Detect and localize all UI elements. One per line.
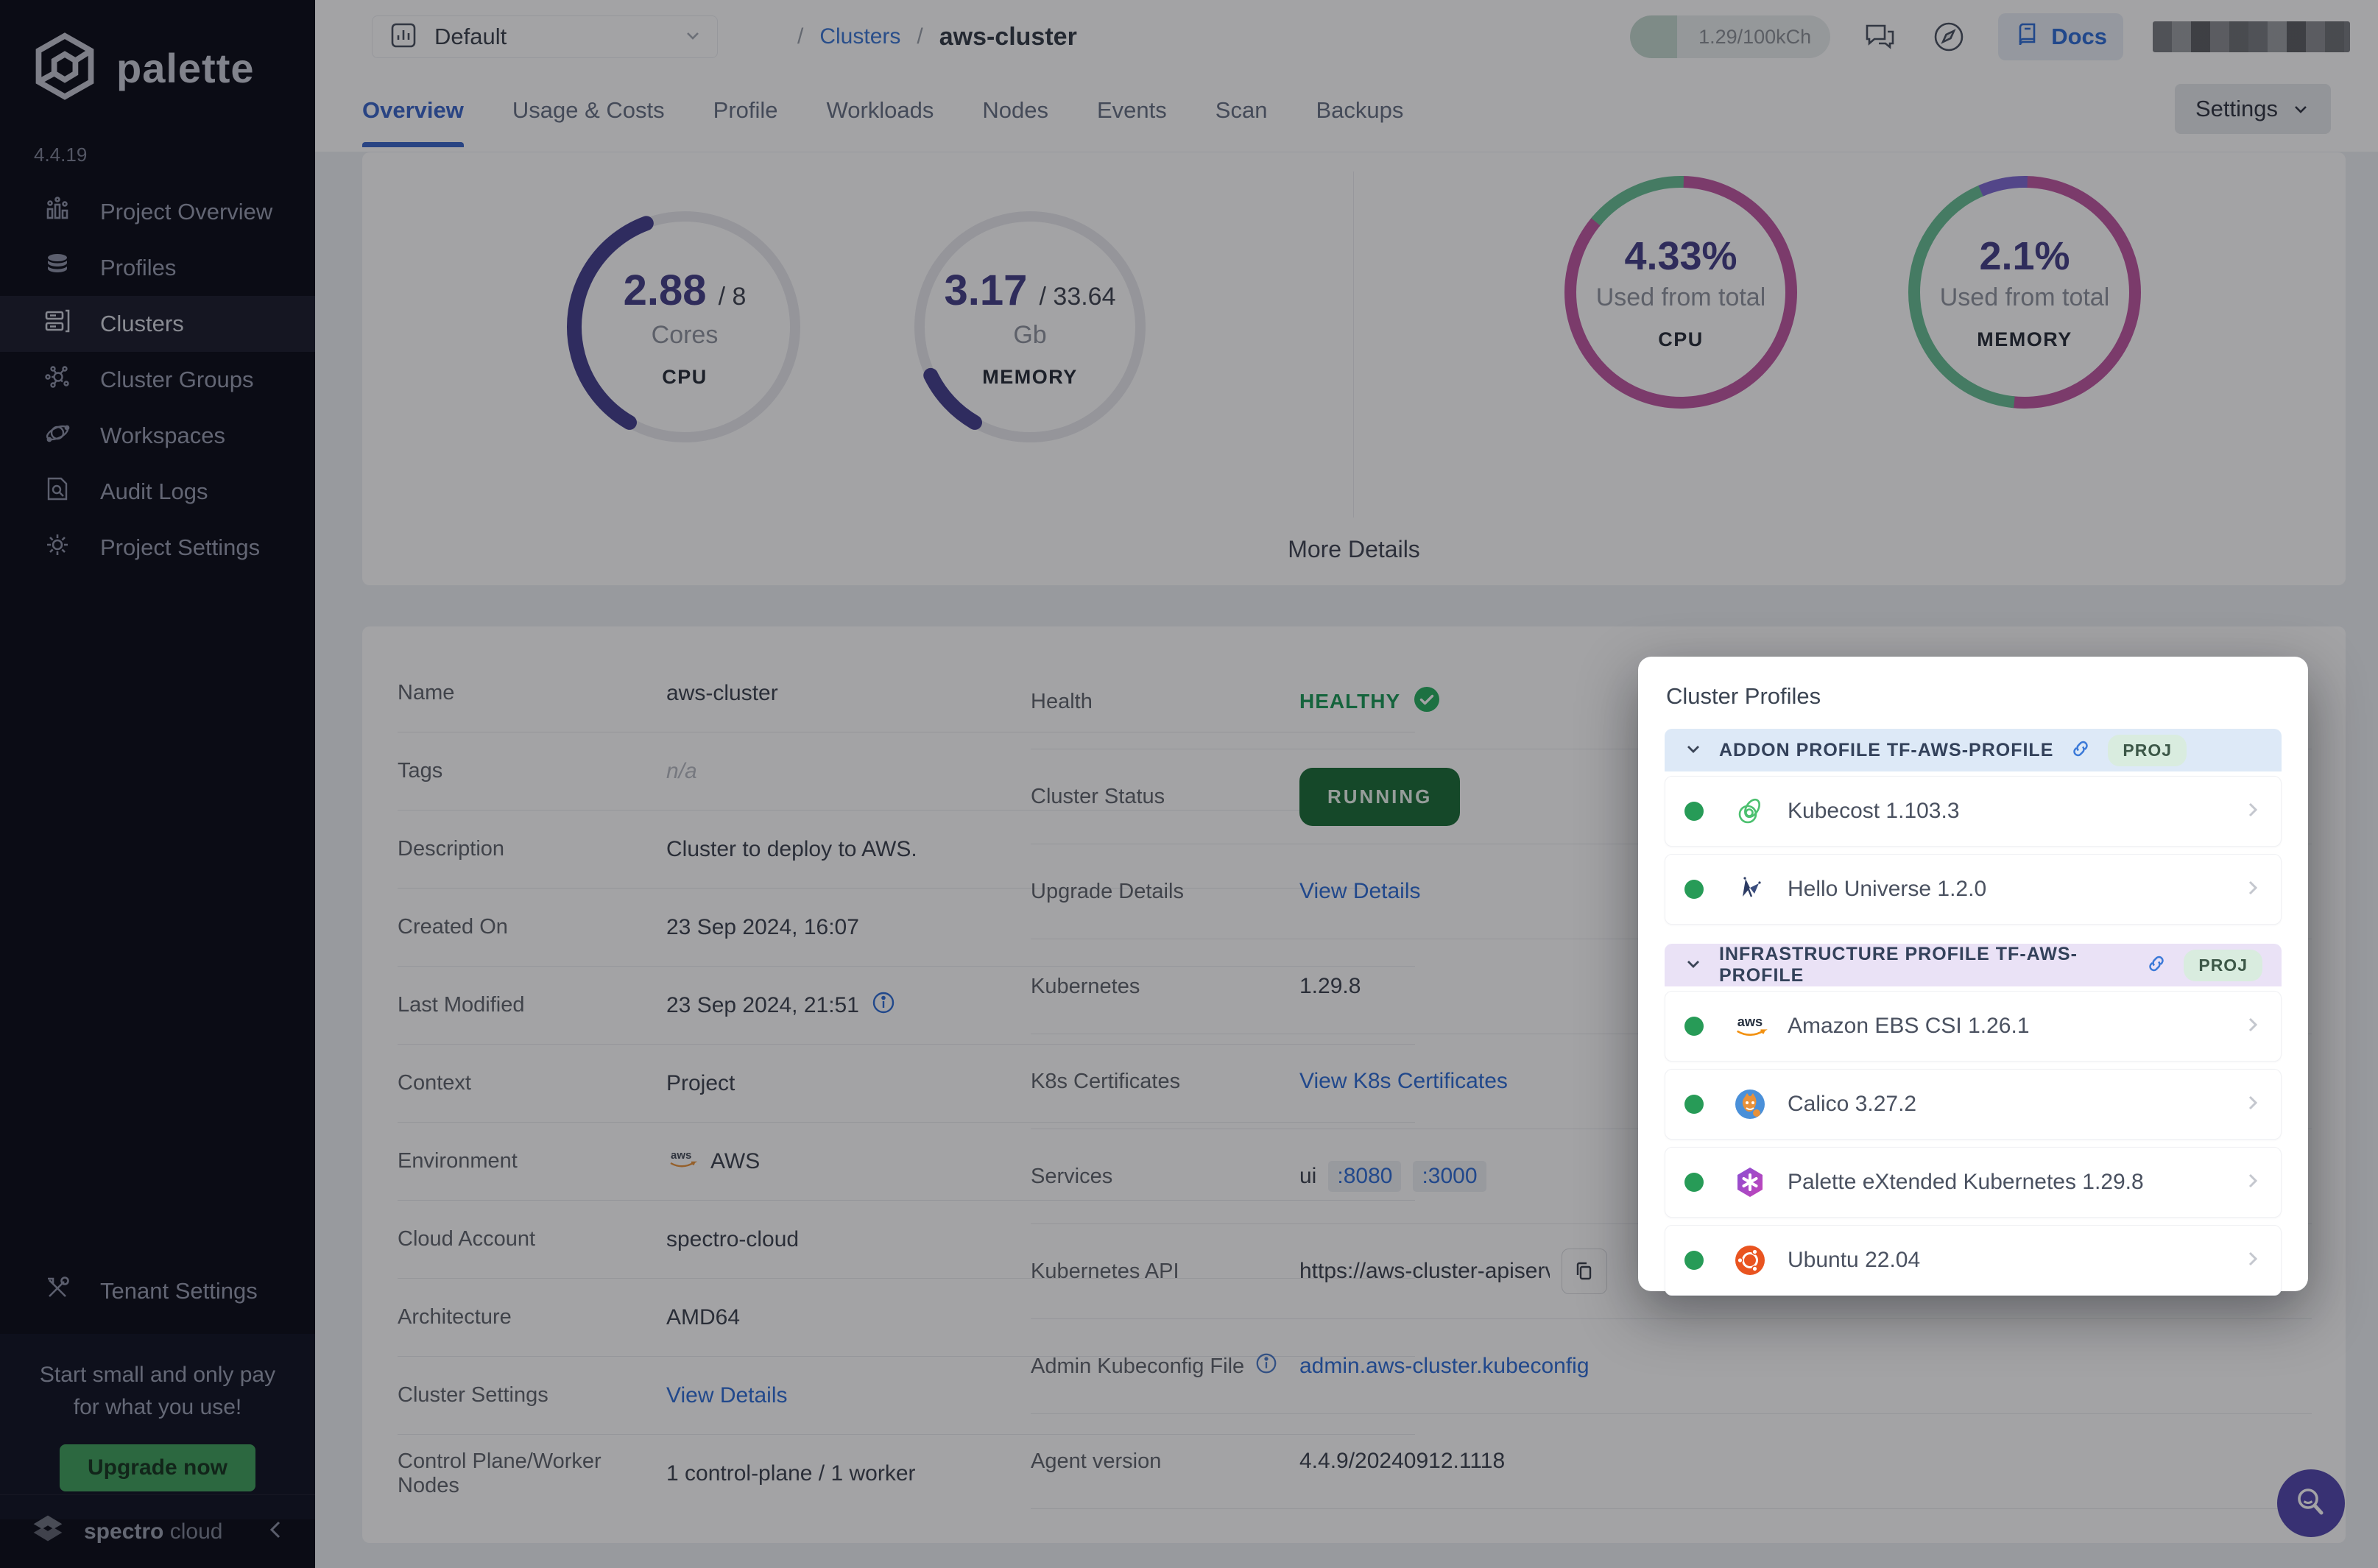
- link-icon[interactable]: [2145, 953, 2167, 978]
- chevron-right-icon: [2244, 1092, 2262, 1117]
- cluster-profiles-title: Cluster Profiles: [1666, 683, 2282, 710]
- pack-status-dot: [1684, 1017, 1704, 1036]
- proj-badge: PROJ: [2184, 950, 2262, 981]
- infrastructure-profile-section-header[interactable]: INFRASTRUCTURE PROFILE TF-AWS-PROFILE PR…: [1665, 944, 2282, 986]
- svg-text:aws: aws: [1737, 1014, 1763, 1029]
- pack-row-palette-extended-kubernetes[interactable]: Palette eXtended Kubernetes 1.29.8: [1665, 1147, 2282, 1218]
- hello-universe-logo-icon: [1732, 871, 1768, 908]
- ubuntu-logo-icon: [1732, 1242, 1768, 1279]
- chevron-right-icon: [2244, 1248, 2262, 1274]
- aws-logo-icon: aws: [1732, 1008, 1768, 1045]
- pack-row-hello-universe[interactable]: Hello Universe 1.2.0: [1665, 854, 2282, 925]
- proj-badge: PROJ: [2108, 735, 2187, 766]
- calico-logo-icon: [1732, 1086, 1768, 1123]
- pack-row-amazon-ebs-csi[interactable]: aws Amazon EBS CSI 1.26.1: [1665, 991, 2282, 1062]
- pack-status-dot: [1684, 880, 1704, 899]
- kubecost-logo-icon: [1732, 793, 1768, 830]
- pack-status-dot: [1684, 1173, 1704, 1192]
- pack-status-dot: [1684, 1251, 1704, 1270]
- pack-row-kubecost[interactable]: Kubecost 1.103.3: [1665, 776, 2282, 847]
- pack-status-dot: [1684, 802, 1704, 821]
- pack-row-ubuntu[interactable]: Ubuntu 22.04: [1665, 1225, 2282, 1296]
- cluster-profiles-panel: Cluster Profiles ADDON PROFILE TF-AWS-PR…: [1638, 657, 2308, 1291]
- chevron-right-icon: [2244, 1014, 2262, 1039]
- chevron-down-icon: [1684, 739, 1703, 762]
- chevron-down-icon: [1684, 954, 1703, 977]
- link-icon[interactable]: [2070, 738, 2092, 763]
- chevron-right-icon: [2244, 799, 2262, 824]
- chevron-right-icon: [2244, 1170, 2262, 1196]
- pxk-logo-icon: [1732, 1164, 1768, 1201]
- pack-row-calico[interactable]: Calico 3.27.2: [1665, 1069, 2282, 1140]
- pack-status-dot: [1684, 1095, 1704, 1114]
- addon-profile-section-header[interactable]: ADDON PROFILE TF-AWS-PROFILE PROJ: [1665, 729, 2282, 771]
- chevron-right-icon: [2244, 877, 2262, 903]
